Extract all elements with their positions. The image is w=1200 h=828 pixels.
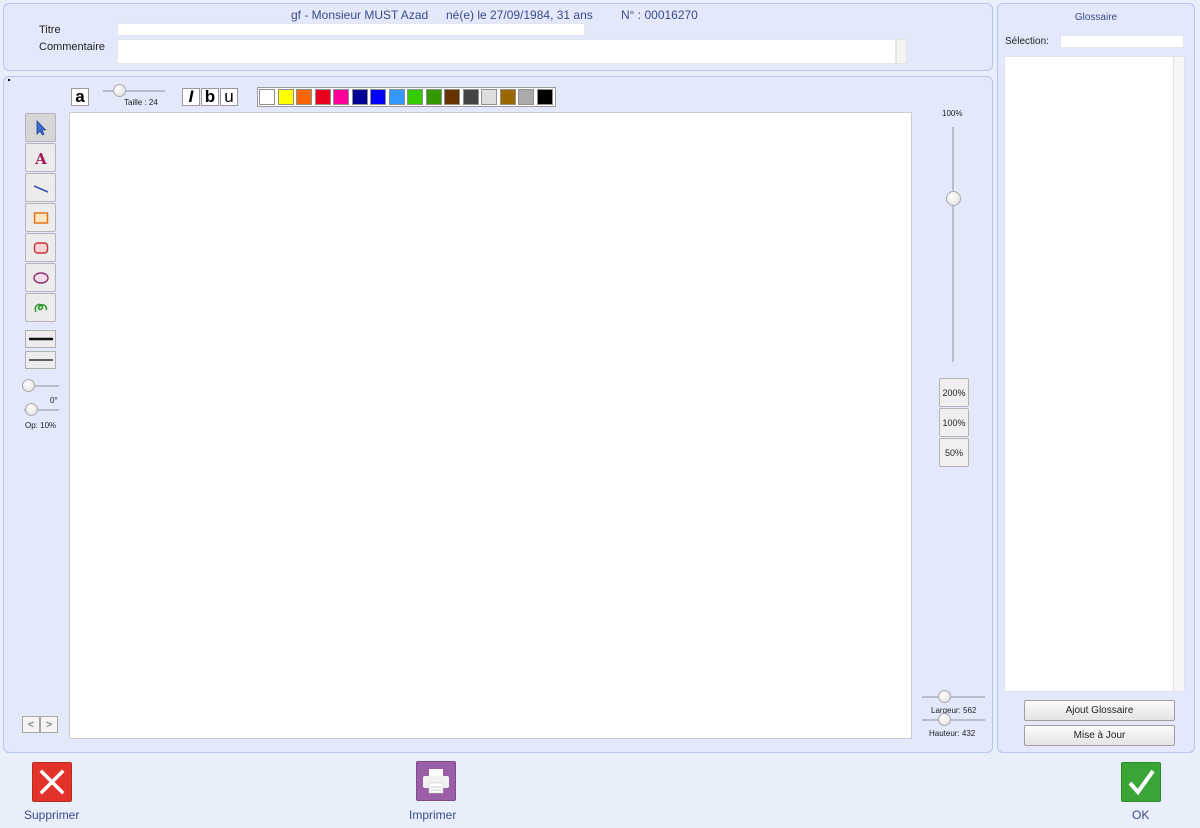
color-swatch[interactable] (536, 89, 553, 105)
add-glossary-button[interactable]: Ajout Glossaire (1024, 700, 1175, 721)
zoom-100-button[interactable]: 100% (939, 408, 969, 437)
ellipse-tool-icon (32, 271, 49, 284)
height-slider[interactable] (922, 719, 985, 721)
height-label: Hauteur: 432 (929, 729, 976, 738)
checkmark-icon (1128, 769, 1155, 796)
glossary-list[interactable] (1004, 56, 1185, 692)
line-tool-button[interactable] (25, 173, 56, 202)
selection-input[interactable] (1060, 35, 1184, 48)
drawing-canvas[interactable] (69, 112, 912, 739)
print-label[interactable]: Imprimer (409, 808, 456, 822)
comment-input[interactable] (117, 39, 896, 64)
color-swatch[interactable] (481, 89, 497, 105)
color-swatch[interactable] (370, 89, 386, 105)
color-swatch[interactable] (314, 89, 331, 105)
height-slider-knob[interactable] (938, 713, 951, 726)
color-swatch[interactable] (333, 89, 349, 105)
color-palette (257, 87, 556, 107)
font-sample-box[interactable]: a (71, 88, 89, 106)
thin-line-icon (28, 359, 53, 361)
zoom-level-label: 100% (942, 109, 963, 118)
rectangle-tool-button[interactable] (25, 203, 56, 232)
title-label: Titre (39, 24, 61, 36)
zoom-slider-track[interactable] (952, 127, 954, 362)
printer-icon (423, 769, 449, 794)
next-button[interactable]: > (40, 716, 58, 733)
delete-button[interactable] (32, 762, 72, 802)
patient-birth-info: né(e) le 27/09/1984, 31 ans (446, 8, 593, 22)
select-arrow-icon (36, 119, 46, 136)
underline-button[interactable]: u (220, 88, 238, 106)
print-button[interactable] (416, 761, 456, 801)
color-swatch[interactable] (462, 89, 479, 105)
color-swatch[interactable] (499, 89, 516, 105)
select-tool-button[interactable] (25, 113, 56, 142)
zoom-slider-knob[interactable] (946, 190, 961, 206)
glossary-list-scrollbar[interactable] (1173, 57, 1184, 691)
delete-label[interactable]: Supprimer (24, 808, 79, 822)
previous-button[interactable]: < (22, 716, 40, 733)
color-swatch[interactable] (407, 89, 423, 105)
rectangle-tool-icon (33, 211, 48, 224)
title-input[interactable] (117, 23, 585, 36)
font-size-label: Taille : 24 (124, 98, 158, 107)
close-icon (39, 769, 65, 795)
opacity-slider-knob[interactable] (25, 403, 38, 416)
comment-label: Commentaire (39, 41, 106, 53)
color-swatch[interactable] (277, 89, 294, 105)
color-swatch[interactable] (296, 89, 312, 105)
text-tool-icon: A (34, 150, 47, 166)
svg-text:A: A (34, 150, 47, 166)
rounded-rectangle-tool-icon (33, 241, 48, 254)
color-swatch[interactable] (444, 89, 460, 105)
color-swatch[interactable] (351, 89, 368, 105)
italic-button[interactable]: I (182, 88, 200, 106)
comment-scrollbar[interactable] (896, 39, 907, 64)
thick-line-button[interactable] (25, 330, 56, 348)
selection-label: Sélection: (1005, 36, 1049, 47)
color-swatch[interactable] (518, 89, 534, 105)
color-swatch[interactable] (388, 89, 405, 105)
glossary-title: Glossaire (1074, 12, 1118, 23)
zoom-50-button[interactable]: 50% (939, 438, 969, 467)
color-swatch[interactable] (259, 89, 275, 105)
thin-line-button[interactable] (25, 351, 56, 369)
opacity-label: Op: 10% (25, 421, 57, 430)
freehand-tool-button[interactable] (25, 293, 56, 322)
width-slider[interactable] (922, 696, 985, 698)
ok-button[interactable] (1121, 762, 1161, 802)
rounded-rectangle-tool-button[interactable] (25, 233, 56, 262)
ellipse-tool-button[interactable] (25, 263, 56, 292)
font-size-slider-knob[interactable] (113, 84, 126, 97)
text-tool-button[interactable]: A (25, 143, 56, 172)
thick-line-icon (28, 337, 53, 341)
rotation-label: 0° (50, 396, 58, 405)
rotation-slider-knob[interactable] (22, 379, 35, 392)
record-number: N° : 00016270 (621, 8, 698, 22)
update-glossary-button[interactable]: Mise à Jour (1024, 725, 1175, 746)
width-label: Largeur: 562 (931, 706, 977, 715)
line-tool-icon (33, 184, 48, 193)
width-slider-knob[interactable] (938, 690, 951, 703)
patient-name: gf - Monsieur MUST Azad (291, 8, 429, 22)
ok-label[interactable]: OK (1132, 808, 1149, 822)
corner-dot (8, 79, 10, 81)
color-swatch[interactable] (425, 89, 442, 105)
zoom-200-button[interactable]: 200% (939, 378, 969, 407)
freehand-tool-icon (34, 303, 47, 312)
bold-button[interactable]: b (201, 88, 219, 106)
